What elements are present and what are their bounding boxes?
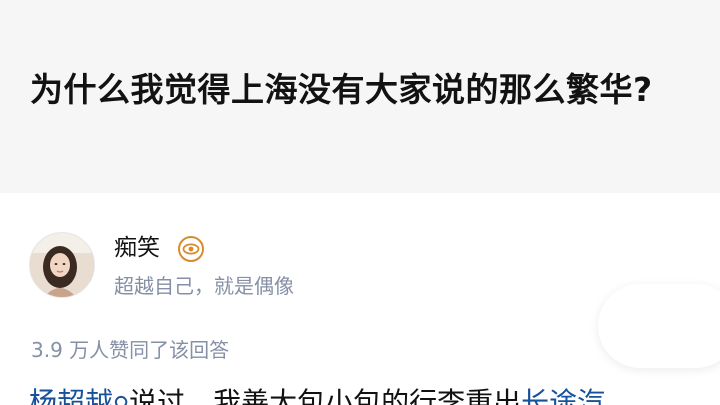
divider xyxy=(0,193,720,203)
mention-link[interactable]: 杨超越 xyxy=(29,386,113,405)
answer-page: 为什么我觉得上海没有大家说的那么繁华? 痴笑 超越自己，就是偶像 3.9 万人赞… xyxy=(0,0,720,405)
inline-link[interactable]: 长途汽 xyxy=(521,386,605,405)
avatar[interactable] xyxy=(29,232,95,298)
author-bio: 超越自己，就是偶像 xyxy=(114,274,294,298)
answer-body-text: 说过，我善大包小包的行李重出 xyxy=(129,386,522,405)
eye-badge-icon xyxy=(178,236,204,262)
vote-count: 3.9 万人赞同了该回答 xyxy=(31,338,230,362)
floating-action-button[interactable] xyxy=(598,284,720,368)
author-name[interactable]: 痴笑 xyxy=(114,233,160,263)
mention-icon: ♀ xyxy=(113,393,129,405)
avatar-photo xyxy=(30,233,94,297)
answer-body[interactable]: 杨超越♀说过，我善大包小包的行李重出长途汽 xyxy=(29,384,605,405)
question-title[interactable]: 为什么我觉得上海没有大家说的那么繁华? xyxy=(30,68,653,112)
question-card[interactable]: 为什么我觉得上海没有大家说的那么繁华? xyxy=(0,0,720,193)
